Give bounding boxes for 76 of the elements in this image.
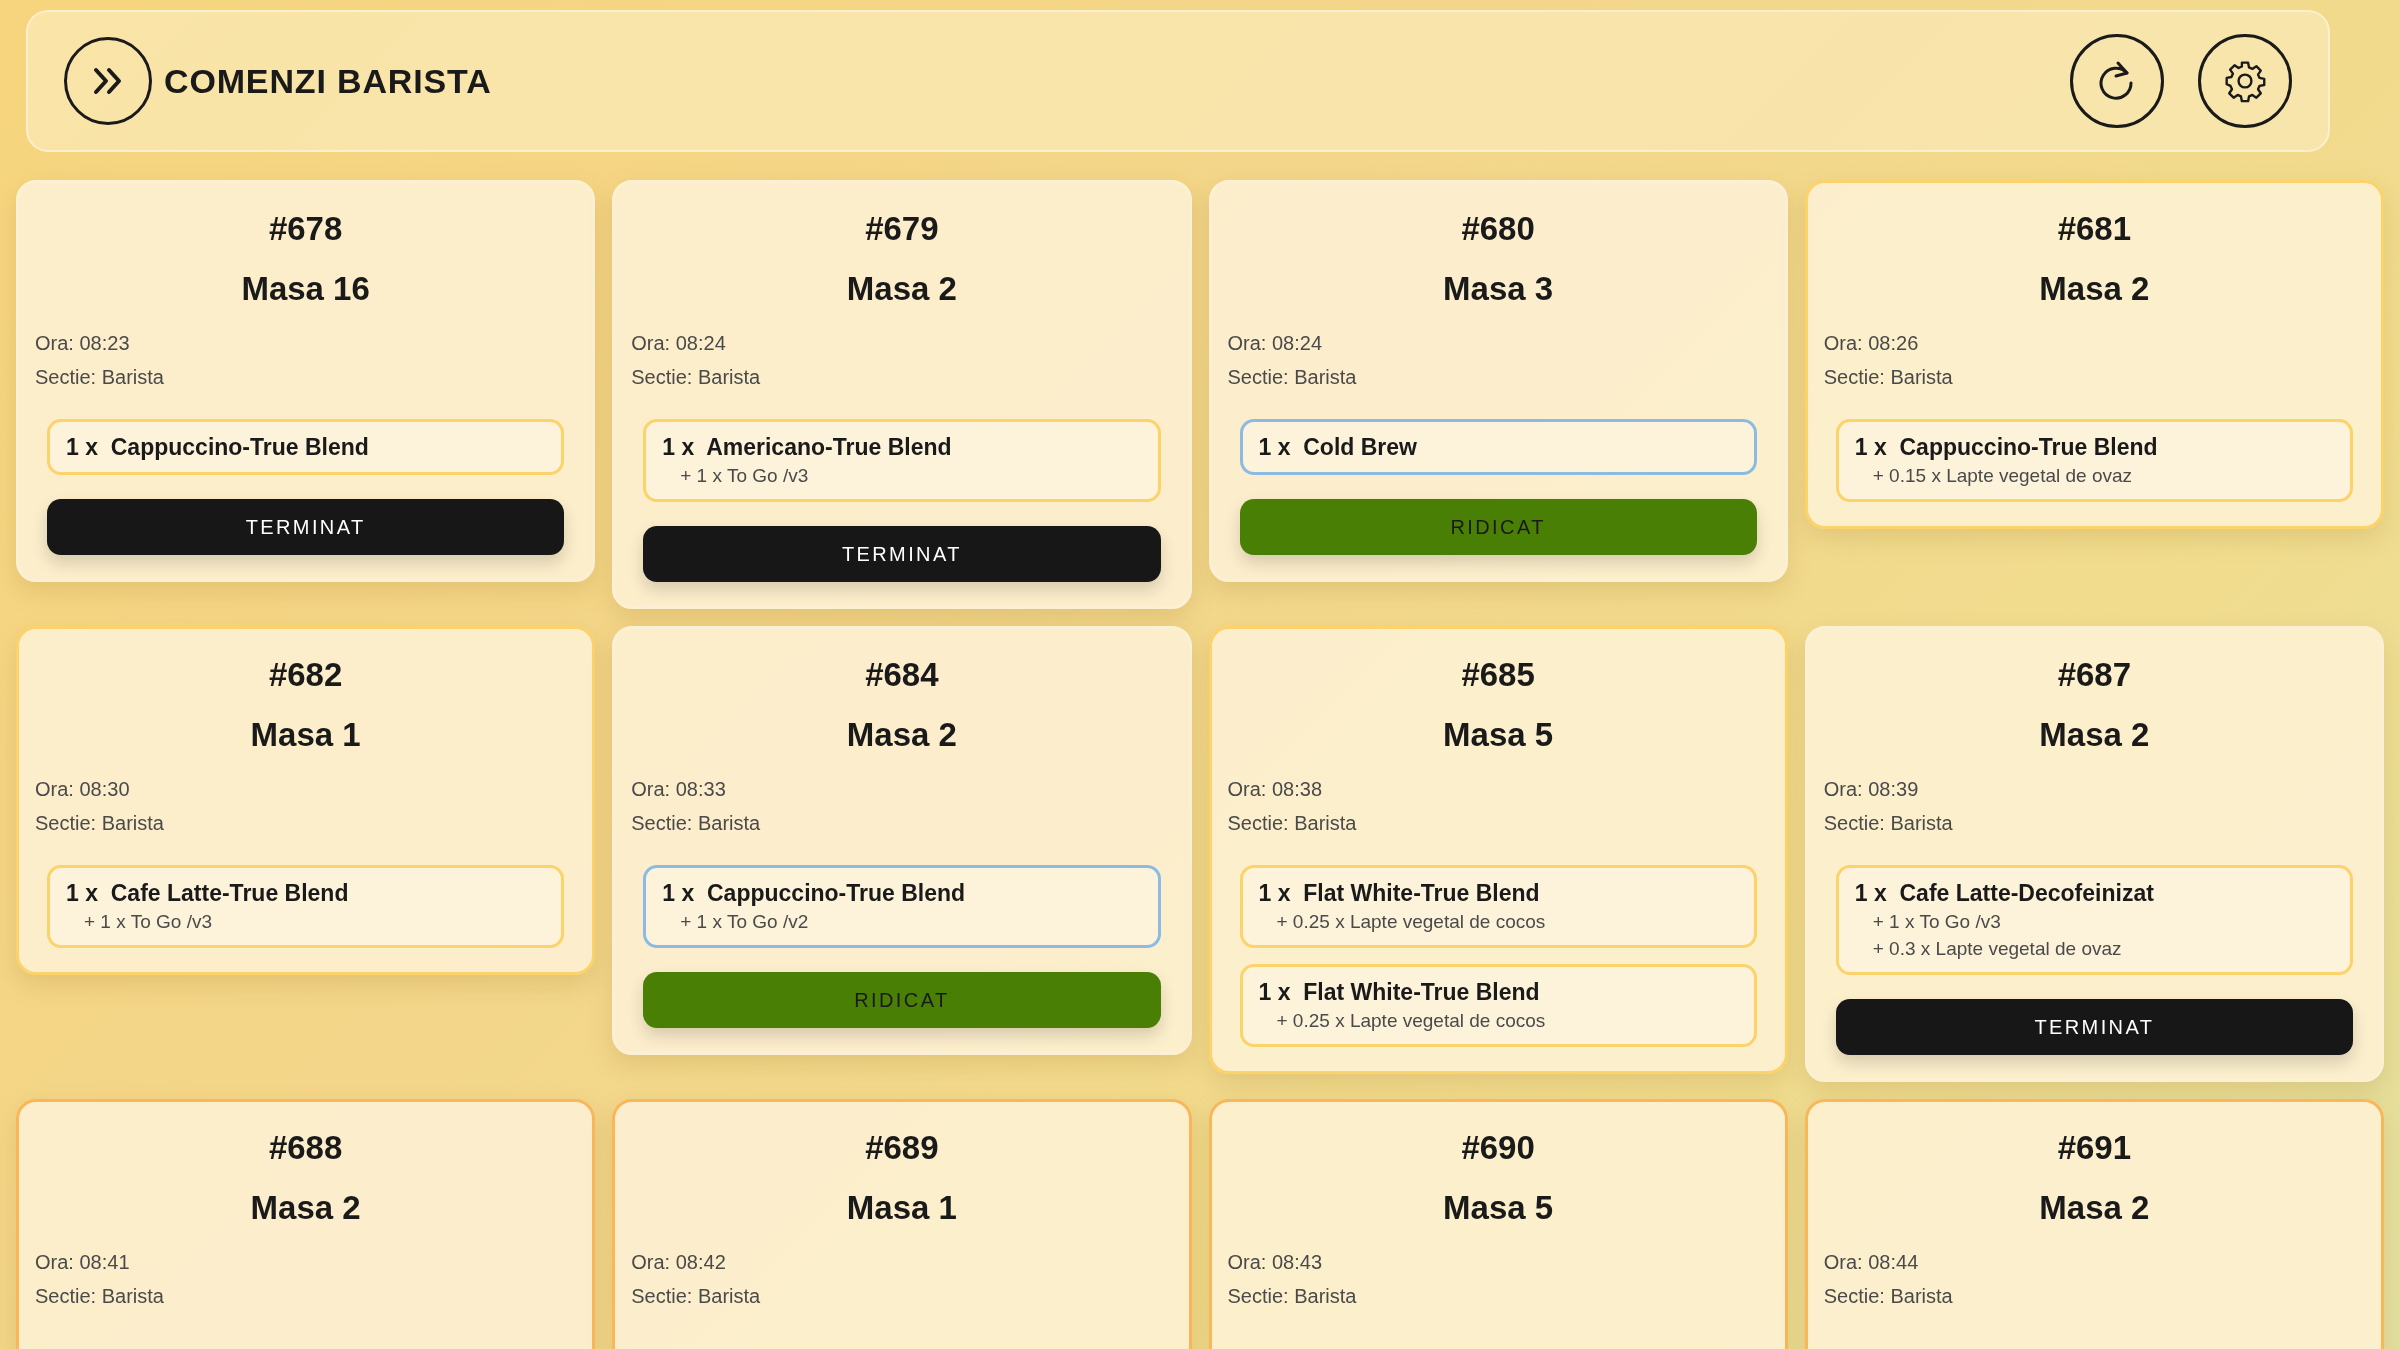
table-name: Masa 2 <box>249 1188 362 1228</box>
table-name: Masa 2 <box>845 269 958 309</box>
order-number: #691 <box>2056 1128 2133 1168</box>
refresh-button[interactable] <box>2070 34 2164 128</box>
order-section: Sectie: Barista <box>1227 1282 1769 1310</box>
order-number: #689 <box>864 1128 940 1168</box>
item-name: 1 x Cappuccino-True Blend <box>66 433 370 462</box>
order-time: Ora: 08:44 <box>1823 1250 1920 1275</box>
order-number: #681 <box>2056 209 2133 249</box>
finish-button[interactable]: TERMINAT <box>47 499 565 555</box>
table-name: Masa 16 <box>240 269 371 309</box>
item-extra: + 1 x To Go /v3 <box>83 910 213 934</box>
order-time: Ora: 08:24 <box>631 331 727 356</box>
order-section: Sectie: Barista <box>35 1282 577 1310</box>
item-name: 1 x Cappuccino-True Blend <box>662 879 967 908</box>
picked-up-button[interactable]: RIDICAT <box>643 972 1161 1028</box>
order-section: Sectie: Barista <box>631 1282 1173 1310</box>
item-extra: + 1 x To Go /v2 <box>679 910 810 934</box>
table-name: Masa 1 <box>249 715 362 755</box>
order-section: Sectie: Barista <box>1227 809 1769 837</box>
double-chevron-icon <box>92 67 124 95</box>
finish-button[interactable]: TERMINAT <box>643 526 1161 582</box>
expand-button[interactable] <box>64 37 152 125</box>
settings-icon <box>2223 59 2267 103</box>
page-title: COMENZI BARISTA <box>164 60 492 102</box>
order-time: Ora: 08:38 <box>1227 777 1323 802</box>
item-name: 1 x Cafe Latte-Decofeinizat <box>1854 879 2155 908</box>
order-time: Ora: 08:41 <box>35 1250 131 1275</box>
order-time: Ora: 08:30 <box>35 777 131 802</box>
order-number: #685 <box>1460 655 1536 695</box>
order-time: Ora: 08:39 <box>1823 777 1920 802</box>
table-name: Masa 1 <box>845 1188 958 1228</box>
item-name: 1 x Cold Brew <box>1258 433 1418 462</box>
order-time: Ora: 08:42 <box>631 1250 727 1275</box>
table-name: Masa 3 <box>1442 269 1555 309</box>
order-time: Ora: 08:26 <box>1823 331 1920 356</box>
item-name: 1 x Cappuccino-True Blend <box>1854 433 2159 462</box>
order-number: #680 <box>1460 209 1536 249</box>
order-number: #682 <box>267 655 344 695</box>
item-extra: + 0.25 x Lapte vegetal de cocos <box>1275 1009 1547 1033</box>
order-time: Ora: 08:43 <box>1227 1250 1323 1275</box>
table-name: Masa 2 <box>845 715 958 755</box>
item-name: 1 x Cafe Latte-True Blend <box>66 879 350 908</box>
item-extra: + 0.3 x Lapte vegetal de ovaz <box>1871 937 2123 961</box>
finish-button[interactable]: TERMINAT <box>1835 999 2353 1055</box>
order-number: #690 <box>1460 1128 1536 1168</box>
order-section: Sectie: Barista <box>1227 363 1769 391</box>
order-section: Sectie: Barista <box>35 363 577 391</box>
settings-button[interactable] <box>2198 34 2292 128</box>
table-name: Masa 2 <box>2038 269 2151 309</box>
item-name: 1 x Americano-True Blend <box>662 433 953 462</box>
item-extra: + 1 x To Go /v3 <box>1871 910 2002 934</box>
order-section: Sectie: Barista <box>1823 1282 2365 1310</box>
order-section: Sectie: Barista <box>631 363 1173 391</box>
order-section: Sectie: Barista <box>1823 363 2365 391</box>
order-number: #687 <box>2056 655 2133 695</box>
order-number: #684 <box>864 655 940 695</box>
order-section: Sectie: Barista <box>631 809 1173 837</box>
picked-up-button[interactable]: RIDICAT <box>1239 499 1757 555</box>
item-name: 1 x Flat White-True Blend <box>1258 879 1541 908</box>
item-extra: + 1 x To Go /v3 <box>679 464 810 488</box>
order-time: Ora: 08:24 <box>1227 331 1323 356</box>
order-section: Sectie: Barista <box>1823 809 2365 837</box>
table-name: Masa 5 <box>1442 715 1555 755</box>
order-number: #678 <box>267 209 344 249</box>
table-name: Masa 2 <box>2038 1188 2151 1228</box>
item-name: 1 x Flat White-True Blend <box>1258 978 1541 1007</box>
order-number: #688 <box>267 1128 344 1168</box>
order-time: Ora: 08:33 <box>631 777 727 802</box>
item-extra: + 0.15 x Lapte vegetal de ovaz <box>1871 464 2134 488</box>
table-name: Masa 2 <box>2038 715 2151 755</box>
table-name: Masa 5 <box>1442 1188 1555 1228</box>
item-extra: + 0.25 x Lapte vegetal de cocos <box>1275 910 1547 934</box>
order-number: #679 <box>864 209 940 249</box>
order-section: Sectie: Barista <box>35 809 577 837</box>
order-time: Ora: 08:23 <box>35 331 131 356</box>
